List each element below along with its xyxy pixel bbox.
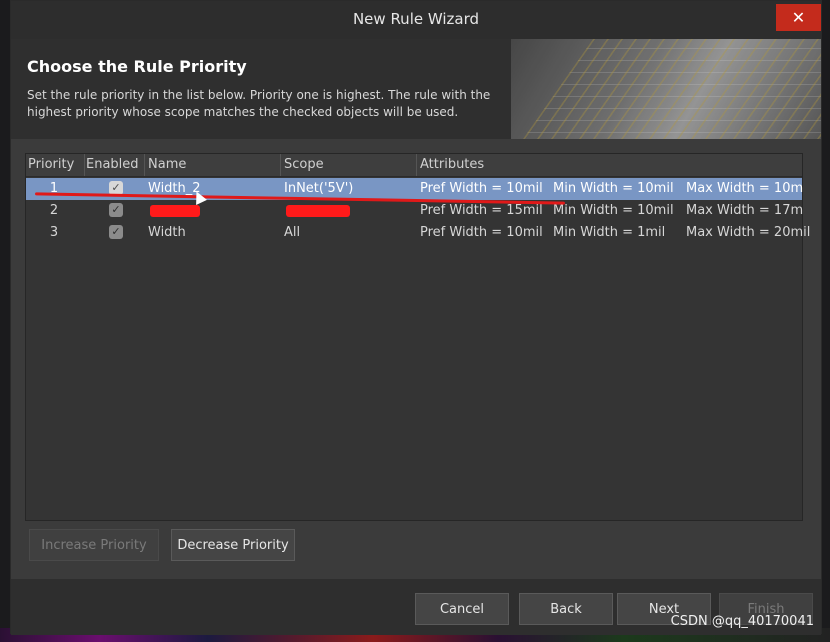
wizard-header: Choose the Rule Priority Set the rule pr… [11,39,821,139]
redaction-mark [286,205,350,217]
close-button[interactable]: ✕ [776,4,821,31]
enabled-checkbox[interactable]: ✓ [109,203,123,217]
row-min-width: Min Width = 1mil [553,225,666,240]
column-header-name[interactable]: Name [148,157,186,172]
window-title: New Rule Wizard [352,10,480,28]
row-max-width: Max Width = 20mil [686,225,811,240]
table-row[interactable]: 3 ✓ Width All Pref Width = 10mil Min Wid… [26,222,810,244]
row-scope: All [284,225,301,240]
row-min-width: Min Width = 10mil [553,181,674,196]
row-priority: 3 [49,225,59,240]
row-pref-width: Pref Width = 15mil [420,203,543,218]
decrease-priority-button[interactable]: Decrease Priority [171,529,295,561]
page-title: Choose the Rule Priority [27,57,247,76]
pcb-banner-image [501,39,821,139]
cancel-button[interactable]: Cancel [415,593,509,625]
column-header-scope[interactable]: Scope [284,157,324,172]
back-button[interactable]: Back [519,593,613,625]
enabled-checkbox[interactable]: ✓ [109,225,123,239]
increase-priority-button[interactable]: Increase Priority [29,529,159,561]
row-max-width: Max Width = 10m [686,181,804,196]
rule-priority-table: Priority Enabled Name Scope Attributes 1… [25,153,810,521]
title-bar: New Rule Wizard ✕ [11,1,821,39]
wizard-window: New Rule Wizard ✕ Choose the Rule Priori… [10,0,822,635]
column-header-priority[interactable]: Priority [28,157,84,172]
column-header-enabled[interactable]: Enabled [86,157,146,172]
row-name: Width [148,225,186,240]
row-pref-width: Pref Width = 10mil [420,181,543,196]
table-row[interactable]: 2 ✓ Pref Width = 15mil Min Width = 10mil… [26,200,804,222]
row-min-width: Min Width = 10mil [553,203,674,218]
row-max-width: Max Width = 17m [686,203,804,218]
row-scope: InNet('5V') [284,181,354,196]
page-description: Set the rule priority in the list below.… [27,88,491,119]
row-priority: 2 [49,203,59,218]
row-pref-width: Pref Width = 10mil [420,225,543,240]
column-header-attributes[interactable]: Attributes [420,157,484,172]
table-header: Priority Enabled Name Scope Attributes [26,154,802,177]
watermark-text: CSDN @qq_40170041 [670,614,814,629]
redaction-mark [150,205,200,217]
